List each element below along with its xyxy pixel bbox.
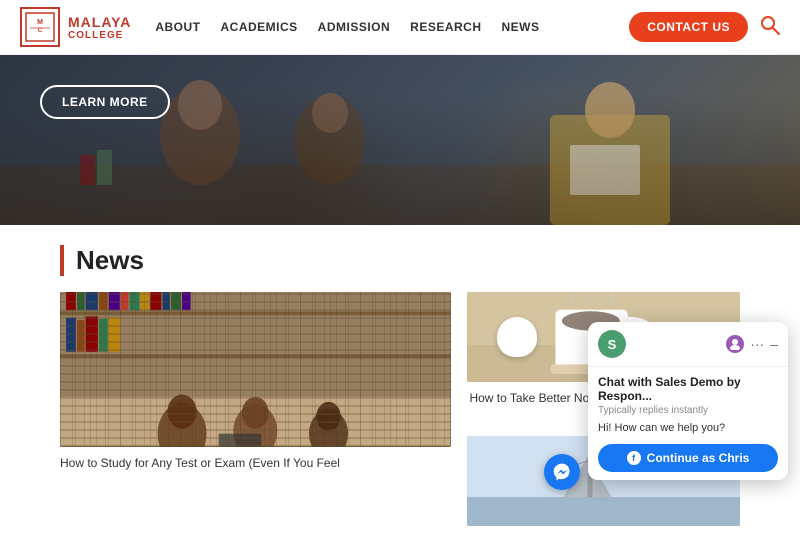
- messenger-float-button[interactable]: [544, 454, 580, 490]
- contact-button[interactable]: CONTACT US: [629, 12, 748, 42]
- main-nav: ABOUT ACADEMICS ADMISSION RESEARCH NEWS: [155, 20, 629, 34]
- news-card-1-caption: How to Study for Any Test or Exam (Even …: [60, 455, 451, 472]
- chat-message: Hi! How can we help you?: [598, 422, 778, 434]
- logo[interactable]: M C MALAYA COLLEGE: [20, 7, 131, 47]
- hero-section: LEARN MORE: [0, 55, 800, 225]
- news-card-1[interactable]: How to Study for Any Test or Exam (Even …: [60, 292, 451, 472]
- svg-text:C: C: [38, 28, 43, 34]
- chat-status: Typically replies instantly: [598, 405, 778, 416]
- search-button[interactable]: [760, 15, 780, 40]
- chat-header-actions: ··· –: [726, 335, 778, 353]
- chat-user-avatar: [726, 335, 744, 353]
- svg-text:M: M: [37, 19, 43, 26]
- logo-text: MALAYA COLLEGE: [68, 14, 131, 41]
- college-sub: COLLEGE: [68, 30, 131, 41]
- news-card-1-image: [60, 292, 451, 447]
- chat-continue-label: Continue as Chris: [647, 451, 750, 465]
- nav-research[interactable]: RESEARCH: [410, 20, 481, 34]
- chat-company-name: Chat with Sales Demo by Respon...: [598, 375, 778, 403]
- learn-more-button[interactable]: LEARN MORE: [40, 85, 170, 119]
- chat-more-icon[interactable]: ···: [750, 336, 764, 352]
- messenger-icon: [552, 462, 572, 482]
- chat-header: S ··· –: [588, 322, 788, 367]
- hero-illustration: [0, 55, 800, 225]
- chat-avatar: S: [598, 330, 626, 358]
- site-header: M C MALAYA COLLEGE ABOUT ACADEMICS ADMIS…: [0, 0, 800, 55]
- logo-icon: M C: [20, 7, 60, 47]
- chat-widget: S ··· – Chat with Sales Demo by Respon..…: [588, 322, 788, 480]
- chat-continue-button[interactable]: f Continue as Chris: [598, 444, 778, 472]
- nav-academics[interactable]: ACADEMICS: [220, 20, 297, 34]
- nav-news[interactable]: NEWS: [502, 20, 540, 34]
- news-title: News: [60, 245, 740, 276]
- user-icon: [729, 338, 741, 350]
- nav-about[interactable]: ABOUT: [155, 20, 200, 34]
- chat-minimize-icon[interactable]: –: [770, 336, 778, 352]
- chat-body: Chat with Sales Demo by Respon... Typica…: [588, 367, 788, 480]
- facebook-icon: f: [627, 451, 641, 465]
- college-name: MALAYA: [68, 14, 131, 30]
- header-actions: CONTACT US: [629, 12, 780, 42]
- nav-admission[interactable]: ADMISSION: [318, 20, 391, 34]
